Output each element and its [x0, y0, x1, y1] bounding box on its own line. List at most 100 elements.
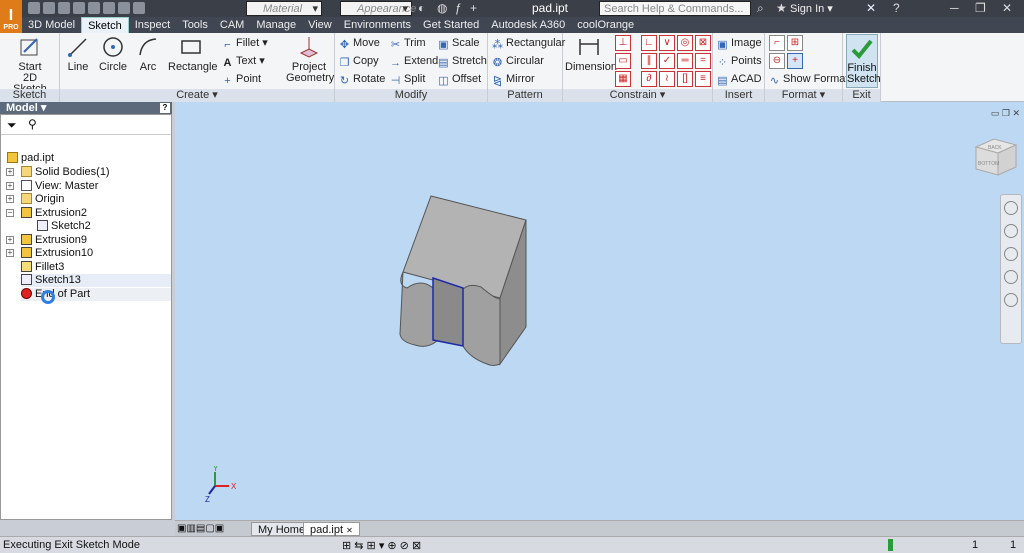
search-icon[interactable]: ⌕: [757, 1, 764, 16]
tree-item-solid-bodies[interactable]: Solid Bodies(1): [21, 166, 110, 179]
appearance-dropdown[interactable]: Appearance: [340, 1, 416, 17]
rectangular-pattern-button[interactable]: ⁂ Rectangular: [492, 35, 565, 51]
tab-autodesk-a360[interactable]: Autodesk A360: [485, 17, 571, 33]
tree-item-fillet3[interactable]: Fillet3: [21, 261, 64, 274]
app-logo[interactable]: I PRO: [0, 0, 22, 33]
trim-button[interactable]: ✂ Trim: [390, 35, 426, 51]
save-icon[interactable]: [58, 2, 70, 14]
status-toolbar-icons[interactable]: ⊞ ⇆ ⊞ ▾ ⊕ ⊘ ⊠: [342, 539, 421, 552]
fix-icon[interactable]: ⊠: [695, 35, 711, 51]
equal-icon[interactable]: =: [695, 53, 711, 69]
project-geometry-button[interactable]: Project Geometry: [286, 35, 334, 84]
home-icon[interactable]: [103, 2, 115, 14]
clear-appearance-icon[interactable]: ◐: [418, 1, 425, 15]
plus-icon[interactable]: +: [470, 1, 477, 15]
pan-icon[interactable]: [1004, 224, 1018, 238]
tab-cam[interactable]: CAM: [214, 17, 250, 33]
copy-button[interactable]: ❐ Copy: [339, 53, 379, 69]
center-point-icon[interactable]: ⊖: [769, 53, 785, 69]
selected-face[interactable]: [432, 276, 464, 347]
binoculars-icon[interactable]: ⚲: [28, 117, 37, 131]
expand-icon[interactable]: +: [6, 168, 14, 176]
x-icon[interactable]: ✕: [866, 1, 876, 15]
scale-button[interactable]: ▣ Scale: [438, 35, 479, 51]
dimension-button[interactable]: Dimension: [565, 35, 617, 73]
update-icon[interactable]: [118, 2, 130, 14]
tree-item-sketch2[interactable]: Sketch2: [37, 220, 91, 233]
collapse-icon[interactable]: −: [6, 209, 14, 217]
expand-icon[interactable]: +: [6, 195, 14, 203]
tree-item-extrusion10[interactable]: Extrusion10: [21, 247, 93, 260]
constraint-box-icon[interactable]: ▭: [615, 53, 631, 69]
new-icon[interactable]: [28, 2, 40, 14]
acad-button[interactable]: ▤ ACAD: [717, 71, 761, 87]
construction-icon[interactable]: ⌐: [769, 35, 785, 51]
tree-item-origin[interactable]: Origin: [21, 193, 64, 206]
parallel-icon[interactable]: ∥: [641, 53, 657, 69]
adjust-icon[interactable]: ◍: [437, 1, 447, 15]
circular-pattern-button[interactable]: ❂ Circular: [492, 53, 544, 69]
split-button[interactable]: ⊣ Split: [390, 71, 426, 87]
tab-environments[interactable]: Environments: [338, 17, 417, 33]
tab-coolorange[interactable]: coolOrange: [571, 17, 640, 33]
steering-wheel-icon[interactable]: [1004, 201, 1018, 215]
tree-item-pad-ipt[interactable]: pad.ipt: [7, 152, 54, 165]
tab-3d-model[interactable]: 3D Model: [22, 17, 81, 33]
driven-dimension-icon[interactable]: +: [787, 53, 803, 69]
format-panel-title[interactable]: Format ▾: [765, 89, 842, 102]
open-icon[interactable]: [43, 2, 55, 14]
show-format-button[interactable]: ∿ Show Format: [769, 71, 849, 87]
function-icon[interactable]: ƒ: [455, 1, 462, 15]
restore-icon[interactable]: ❐: [975, 1, 986, 15]
finish-sketch-button[interactable]: Finish Sketch: [846, 34, 881, 88]
undo-icon[interactable]: [73, 2, 85, 14]
tile-view-icons[interactable]: ▣▥▤▢▣: [177, 523, 224, 534]
fillet-button[interactable]: ⌐ Fillet ▾: [222, 35, 268, 51]
browser-help-icon[interactable]: ?: [160, 103, 170, 113]
expand-icon[interactable]: +: [6, 249, 14, 257]
horizontal-icon[interactable]: ═: [677, 53, 693, 69]
tree-item-sketch13[interactable]: Sketch13: [21, 274, 171, 287]
constrain-panel-title[interactable]: Constrain ▾: [563, 89, 712, 102]
sign-in-button[interactable]: Sign In ▾: [790, 2, 833, 15]
create-panel-title[interactable]: Create ▾: [60, 89, 334, 102]
tab-tools[interactable]: Tools: [176, 17, 214, 33]
look-at-icon[interactable]: [1004, 293, 1018, 307]
vertical-icon[interactable]: ≀: [659, 71, 675, 87]
stretch-button[interactable]: ▤ Stretch: [438, 53, 487, 69]
symmetric-icon[interactable]: []: [677, 71, 693, 87]
perpendicular-icon[interactable]: ∟: [641, 35, 657, 51]
line-button[interactable]: Line: [64, 35, 92, 73]
smooth-icon[interactable]: ∂: [641, 71, 657, 87]
part-model[interactable]: [175, 102, 1024, 520]
offset-button[interactable]: ◫ Offset: [438, 71, 481, 87]
move-button[interactable]: ✥ Move: [339, 35, 380, 51]
tab-pad-ipt[interactable]: pad.ipt ✕: [303, 522, 360, 536]
text-button[interactable]: A Text ▾: [222, 53, 265, 69]
help-icon[interactable]: ?: [893, 1, 900, 15]
tangent-icon[interactable]: ∨: [659, 35, 675, 51]
image-button[interactable]: ▣ Image: [717, 35, 761, 51]
tree-item-extrusion9[interactable]: Extrusion9: [21, 234, 87, 247]
arc-button[interactable]: Arc: [134, 35, 162, 73]
expand-icon[interactable]: +: [6, 236, 14, 244]
filter-icon[interactable]: ⏷: [7, 118, 17, 133]
show-constraints-icon[interactable]: ≡: [695, 71, 711, 87]
start-2d-sketch-button[interactable]: Start2D Sketch: [6, 35, 54, 95]
redo-icon[interactable]: [88, 2, 100, 14]
zoom-icon[interactable]: [1004, 247, 1018, 261]
orbit-icon[interactable]: [1004, 270, 1018, 284]
tab-sketch[interactable]: Sketch: [81, 17, 129, 33]
rectangle-button[interactable]: Rectangle: [168, 35, 218, 73]
extend-button[interactable]: → Extend: [390, 53, 438, 69]
graphics-viewport[interactable]: ▭ ❐ ✕ BACK BOTTOM X Y Z: [175, 102, 1024, 520]
point-button[interactable]: + Point: [222, 71, 261, 87]
viewport-restore-icon[interactable]: ❐: [1002, 108, 1010, 118]
concentric-icon[interactable]: ◎: [677, 35, 693, 51]
minimize-icon[interactable]: ─: [950, 1, 959, 15]
viewport-close-icon[interactable]: ✕: [1012, 108, 1020, 118]
viewport-minimize-icon[interactable]: ▭: [991, 108, 1000, 118]
tree-item-extrusion2[interactable]: Extrusion2: [21, 207, 87, 220]
tab-get-started[interactable]: Get Started: [417, 17, 485, 33]
centerline-icon[interactable]: ⊞: [787, 35, 803, 51]
